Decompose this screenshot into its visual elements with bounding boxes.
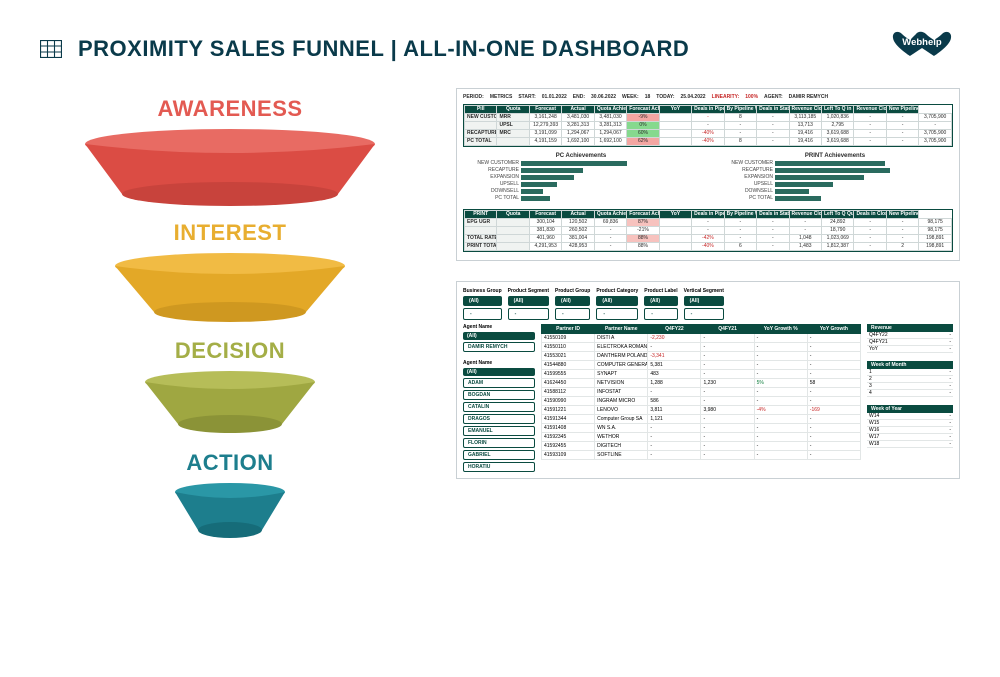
stage-label-decision: DECISION: [175, 338, 285, 364]
meta-label: PERIOD:: [463, 95, 484, 100]
table-row: 41624450NETVISION1,2881,2305%58: [542, 379, 861, 388]
side-filter-pill[interactable]: GABRIEL: [463, 450, 535, 460]
filter-pill[interactable]: (All): [644, 296, 677, 306]
summary-columns: RevenueQ4FY22-Q4FY21-YoY-Week of Month1-…: [867, 324, 953, 472]
meta-label: TODAY:: [656, 95, 674, 100]
table-row: 41593109SOFTLINE----: [542, 451, 861, 460]
dashboard-bottom: Business Group(All)-Product Segment(All)…: [456, 281, 960, 479]
side-filter-pill[interactable]: (All): [463, 368, 535, 376]
table-row: 41592345WETHOR----: [542, 433, 861, 442]
partner-table: Partner IDPartner NameQ4FY22Q4FY21YoY Gr…: [541, 324, 861, 472]
filter-pill[interactable]: -: [644, 308, 677, 320]
dashboard-top: PERIOD: METRICS START: 01.01.2022 END: 30.06.…: [456, 88, 960, 261]
meta-label: LINEARITY:: [712, 95, 740, 100]
funnel-stage-awareness: [80, 128, 380, 216]
page-title: PROXIMITY SALES FUNNEL | ALL-IN-ONE DASH…: [78, 36, 689, 62]
table-row: 41590990INGRAM MICRO586---: [542, 397, 861, 406]
side-filter-pill[interactable]: (All): [463, 332, 535, 340]
meta-label: 25.04.2022: [681, 95, 706, 100]
meta-label: DAMIR REMYCH: [789, 95, 828, 100]
filter-pill[interactable]: -: [463, 308, 502, 320]
meta-label: AGENT:: [764, 95, 783, 100]
filter-bar: Business Group(All)-Product Segment(All)…: [463, 288, 953, 320]
meta-label: START:: [518, 95, 535, 100]
table-row: 41544880COMPUTER GENERATED SOLUTIONS ROM…: [542, 361, 861, 370]
filter-pill[interactable]: (All): [684, 296, 724, 306]
funnel-stage-interest: [110, 252, 350, 334]
stage-label-interest: INTEREST: [174, 220, 287, 246]
table-row: 41599555SYNAPT483---: [542, 370, 861, 379]
filter-pill[interactable]: (All): [555, 296, 590, 306]
side-filter-pill[interactable]: FLORIN: [463, 438, 535, 448]
filter-pill[interactable]: (All): [508, 296, 549, 306]
table-row: 41591344Computer Group SA1,121---: [542, 415, 861, 424]
meta-label: METRICS: [490, 95, 513, 100]
filter-pill[interactable]: -: [596, 308, 638, 320]
funnel-stage-action: [170, 482, 290, 552]
funnel-diagram: AWARENESS INTEREST DECISION ACTION: [40, 88, 420, 552]
side-filter-pill[interactable]: HORATIU: [463, 462, 535, 472]
table-row: 41588112INFOSTAT----: [542, 388, 861, 397]
dashboard-top-meta: PERIOD: METRICS START: 01.01.2022 END: 30.06.…: [463, 95, 953, 100]
table-pc: PillQuotaForecastActualQuota Achievement…: [464, 105, 952, 146]
table-row: 41553021DANTHERM POLAND SOO-3,341---: [542, 352, 861, 361]
side-filter-pill[interactable]: EMANUEL: [463, 426, 535, 436]
filter-pill[interactable]: (All): [596, 296, 638, 306]
meta-label: END:: [573, 95, 585, 100]
side-filter-pill[interactable]: BOGDAN: [463, 390, 535, 400]
side-filter-pill[interactable]: CATALIN: [463, 402, 535, 412]
bar-chart-print-achievements: PRINT Achievements NEW CUSTOMERRECAPTURE…: [717, 153, 953, 203]
meta-label: 18: [645, 95, 651, 100]
side-filters: Agent Name(All)DAMIR REMYCHAgent Name(Al…: [463, 324, 535, 472]
stage-label-action: ACTION: [186, 450, 273, 476]
table-row: 41592455DIGITECH----: [542, 442, 861, 451]
meta-label: 100%: [745, 95, 758, 100]
table-row: 41550110ELECTROKA ROMANIA----: [542, 343, 861, 352]
table-row: 41550109DISTI A-2,230---: [542, 334, 861, 343]
meta-label: 01.01.2022: [542, 95, 567, 100]
side-filter-pill[interactable]: ADAM: [463, 378, 535, 388]
spreadsheet-icon: [40, 40, 62, 58]
side-filter-pill[interactable]: DRAGOS: [463, 414, 535, 424]
table-row: 41591408WN S.A.----: [542, 424, 861, 433]
filter-pill[interactable]: -: [555, 308, 590, 320]
stage-label-awareness: AWARENESS: [157, 96, 302, 122]
brand-logo: Webhelp: [892, 28, 956, 68]
table-print: PRINTQuotaForecastActualQuota Achievemen…: [464, 210, 952, 251]
brand-name: Webhelp: [902, 37, 942, 48]
funnel-stage-decision: [140, 370, 320, 446]
meta-label: WEEK:: [622, 95, 639, 100]
table-row: 41591221LENOVO3,8113,980-4%-169: [542, 406, 861, 415]
filter-pill[interactable]: -: [684, 308, 724, 320]
bar-chart-pc-achievements: PC Achievements NEW CUSTOMERRECAPTUREEXP…: [463, 153, 699, 203]
side-filter-pill[interactable]: DAMIR REMYCH: [463, 342, 535, 352]
filter-pill[interactable]: (All): [463, 296, 502, 306]
filter-pill[interactable]: -: [508, 308, 549, 320]
meta-label: 30.06.2022: [591, 95, 616, 100]
